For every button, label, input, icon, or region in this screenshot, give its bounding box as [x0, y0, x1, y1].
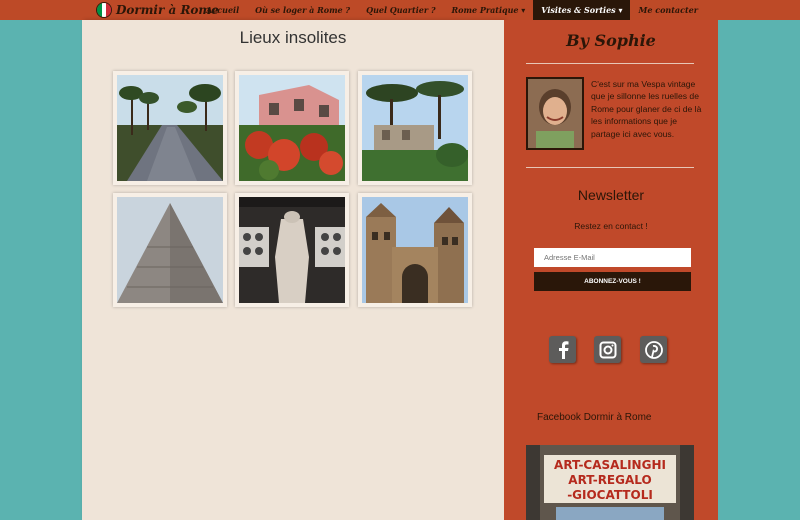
newsletter-title: Newsletter — [577, 187, 645, 203]
facebook-icon[interactable] — [549, 336, 576, 363]
divider — [526, 63, 694, 64]
gallery-tile-pyramid[interactable] — [113, 193, 227, 307]
nav-item-ou-se-loger[interactable]: Où se loger à Rome ? — [247, 0, 358, 20]
gallery-photo — [117, 197, 223, 303]
page-title: Lieux insolites — [239, 28, 347, 47]
nav-item-rome-pratique[interactable]: Rome Pratique ▾ — [444, 0, 534, 20]
divider — [526, 167, 694, 168]
subscribe-button[interactable]: ABONNEZ-VOUS ! — [534, 272, 691, 291]
pinterest-icon[interactable] — [640, 336, 667, 363]
instagram-icon[interactable] — [594, 336, 621, 363]
gallery-photo — [362, 75, 468, 181]
nav-menu: Accueil Où se loger à Rome ? Quel Quarti… — [198, 0, 706, 20]
facebook-cover-image[interactable]: ART-CASALINGHI ART-REGALO -GIOCATTOLI — [526, 445, 694, 520]
author-title: By Sophie — [566, 31, 656, 50]
avatar — [526, 77, 584, 150]
nav-item-accueil[interactable]: Accueil — [198, 0, 247, 20]
nav-item-quel-quartier[interactable]: Quel Quartier ? — [358, 0, 443, 20]
top-navbar: Dormir à Rome Accueil Où se loger à Rome… — [0, 0, 800, 20]
italy-flag-icon — [96, 2, 112, 18]
gallery-tile-statue[interactable] — [235, 193, 349, 307]
gallery-photo — [239, 197, 345, 303]
sign-line-3: -GIOCATTOLI — [567, 488, 653, 502]
email-field[interactable] — [534, 248, 691, 267]
gallery-photo — [239, 75, 345, 181]
gallery-photo — [362, 197, 468, 303]
gallery-tile-pines-ruins[interactable] — [358, 71, 472, 185]
nav-item-me-contacter[interactable]: Me contacter — [630, 0, 706, 20]
author-bio: C'est sur ma Vespa vintage que je sillon… — [591, 79, 702, 139]
gallery-tile-appian-way[interactable] — [113, 71, 227, 185]
sign-line-1: ART-CASALINGHI — [554, 458, 666, 472]
sign-line-2: ART-REGALO — [568, 473, 651, 487]
main-content: Lieux insolites — [82, 20, 504, 520]
newsletter-subtitle: Restez en contact ! — [574, 221, 648, 231]
gallery-photo — [117, 75, 223, 181]
facebook-widget-title: Facebook Dormir à Rome — [537, 412, 652, 423]
sidebar: By Sophie C'est sur ma Vespa vintage que… — [504, 20, 718, 520]
nav-item-visites-sorties[interactable]: Visites & Sorties ▾ — [533, 0, 631, 20]
gallery-tile-coppede[interactable] — [358, 193, 472, 307]
gallery-tile-pink-house[interactable] — [235, 71, 349, 185]
